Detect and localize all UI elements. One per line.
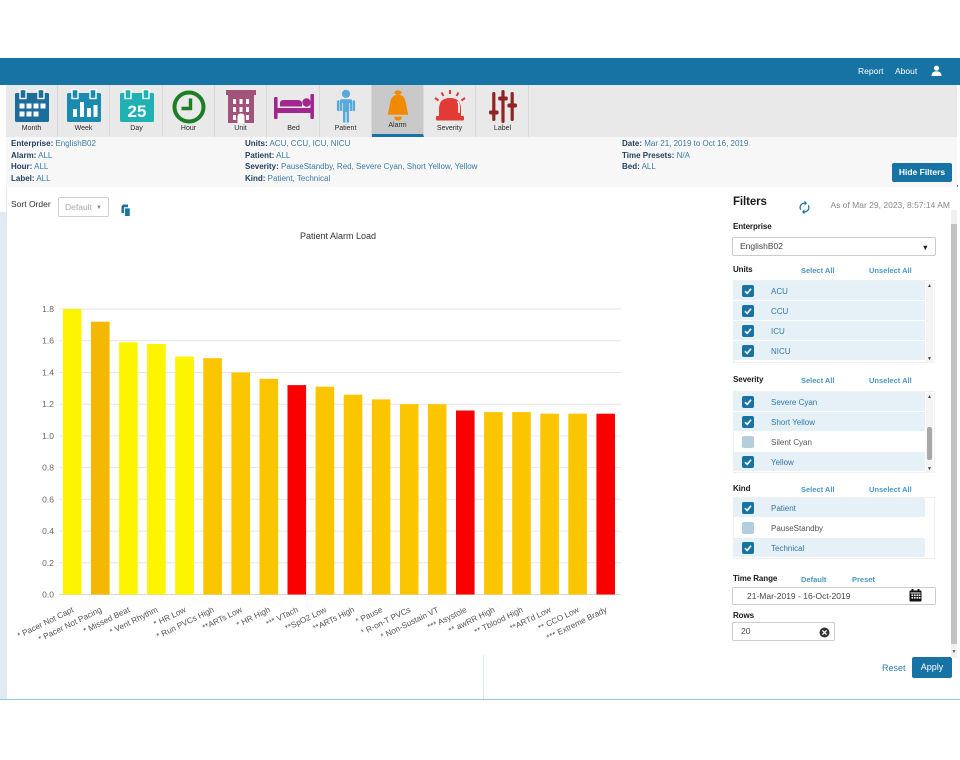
svg-text:0.8: 0.8 xyxy=(42,463,54,473)
svg-text:25: 25 xyxy=(127,102,146,121)
svg-text:0.6: 0.6 xyxy=(42,494,54,504)
svg-text:1.6: 1.6 xyxy=(42,336,54,346)
svg-text:1.2: 1.2 xyxy=(42,399,54,409)
svg-text:Patient Alarm Load: Patient Alarm Load xyxy=(300,231,376,241)
svg-text:0.4: 0.4 xyxy=(42,526,54,536)
svg-text:1.0: 1.0 xyxy=(42,431,54,441)
svg-text:0.0: 0.0 xyxy=(42,590,54,600)
svg-text:0.2: 0.2 xyxy=(42,558,54,568)
svg-text:1.4: 1.4 xyxy=(42,368,54,378)
svg-text:1.8: 1.8 xyxy=(42,304,54,314)
